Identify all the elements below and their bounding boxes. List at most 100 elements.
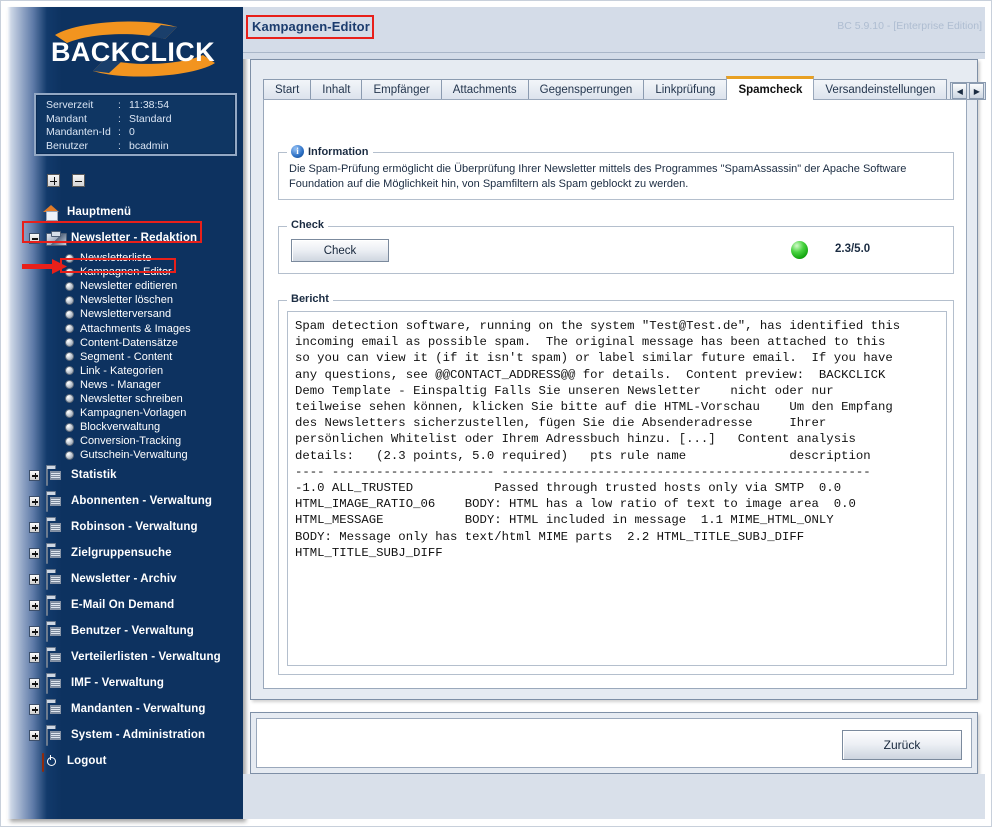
sidebar-item-newsletter-archiv[interactable]: Newsletter - Archiv (7, 566, 243, 592)
sidebar-item-verteilerlisten-verwaltung[interactable]: Verteilerlisten - Verwaltung (7, 644, 243, 670)
sidebar-subitem-label: Newsletter schreiben (80, 392, 183, 405)
sidebar-subitem-newsletter-editieren[interactable]: Newsletter editieren (7, 279, 243, 293)
tab-inhalt[interactable]: Inhalt (310, 79, 363, 100)
sidebar-subitem-label: Segment - Content (80, 350, 173, 363)
tab-empf-nger[interactable]: Empfänger (361, 79, 442, 100)
sidebar-subitem-conversion-tracking[interactable]: Conversion-Tracking (7, 434, 243, 448)
folder-icon (46, 674, 64, 694)
report-textarea[interactable] (287, 311, 947, 666)
check-legend: Check (287, 219, 329, 231)
sidebar-item-newsletter-redaktion[interactable]: Newsletter - Redaktion (7, 225, 243, 251)
sidebar-item-mandanten-verwaltung[interactable]: Mandanten - Verwaltung (7, 696, 243, 722)
sidebar-item-abonnenten-verwaltung[interactable]: Abonnenten - Verwaltung (7, 488, 243, 514)
green-status-light-icon (791, 241, 808, 259)
expand-icon[interactable] (29, 729, 40, 741)
sidebar-subitem-newsletterliste[interactable]: Newsletterliste (7, 251, 243, 265)
expand-icon[interactable] (29, 651, 40, 663)
sidebar-subitem-label: Gutschein-Verwaltung (80, 449, 188, 462)
expand-icon[interactable] (29, 547, 40, 559)
sidebar-subitem-link-kategorien[interactable]: Link - Kategorien (7, 364, 243, 378)
plus-box-icon[interactable] (47, 174, 60, 187)
sidebar-subitem-kampagnen-editor[interactable]: Kampagnen-Editor (7, 265, 243, 279)
tab-scroll-controls: ◀ ▶ (950, 82, 987, 100)
sidebar-subitem-label: Kampagnen-Vorlagen (80, 407, 187, 420)
sidebar-subitem-label: Link - Kategorien (80, 364, 164, 377)
sidebar-subitem-newsletterversand[interactable]: Newsletterversand (7, 307, 243, 321)
expand-icon[interactable] (29, 599, 40, 611)
expand-icon[interactable] (29, 625, 40, 637)
spam-score-value: 2.3/5.0 (835, 243, 871, 255)
info-circle-icon: i (291, 145, 304, 158)
sidebar-subitem-content-datens-tze[interactable]: Content-Datensätze (7, 336, 243, 350)
tab-gegensperrungen[interactable]: Gegensperrungen (527, 79, 645, 100)
svg-text:BACKCLICK: BACKCLICK (51, 37, 215, 67)
info-value: Standard (129, 112, 172, 125)
expand-icon[interactable] (29, 521, 40, 533)
sidebar-subitem-blockverwaltung[interactable]: Blockverwaltung (7, 420, 243, 434)
expand-icon[interactable] (29, 469, 40, 481)
tab-scroll-right-icon[interactable]: ▶ (969, 83, 985, 99)
tab-scroll-left-icon[interactable]: ◀ (952, 83, 968, 99)
tab-start[interactable]: Start (263, 79, 312, 100)
expand-icon[interactable] (29, 495, 40, 507)
sidebar-subitem-label: Newsletterversand (80, 308, 172, 321)
sidebar-item-logout[interactable]: Logout (7, 748, 243, 774)
sidebar-item-label: Verteilerlisten - Verwaltung (71, 651, 221, 664)
sidebar-subitem-kampagnen-vorlagen[interactable]: Kampagnen-Vorlagen (7, 406, 243, 420)
folder-icon-glyph (46, 674, 48, 694)
check-legend-text: Check (291, 219, 325, 231)
info-colon: : (118, 139, 121, 152)
sidebar-item-statistik[interactable]: Statistik (7, 462, 243, 488)
expand-icon[interactable] (29, 703, 40, 715)
folder-icon (46, 596, 64, 616)
folder-icon-glyph (46, 570, 48, 590)
expand-icon[interactable] (29, 573, 40, 585)
sidebar-item-label: Zielgruppensuche (71, 547, 172, 560)
bullet-icon (65, 380, 74, 390)
sidebar-subitem-newsletter-schreiben[interactable]: Newsletter schreiben (7, 392, 243, 406)
server-info-box: Serverzeit : 11:38:54 Mandant : Standard… (34, 93, 237, 156)
tab-linkpr-fung[interactable]: Linkprüfung (643, 79, 728, 100)
sidebar-subitem-segment-content[interactable]: Segment - Content (7, 350, 243, 364)
check-button[interactable]: Check (291, 239, 389, 262)
footer-inner: Zurück (256, 718, 972, 768)
sidebar-item-e-mail-on-demand[interactable]: E-Mail On Demand (7, 592, 243, 618)
sidebar-subitem-label: Newsletter editieren (80, 280, 178, 293)
sidebar-subitem-attachments-images[interactable]: Attachments & Images (7, 321, 243, 335)
sidebar-item-label: Benutzer - Verwaltung (71, 625, 194, 638)
sidebar-item-imf-verwaltung[interactable]: IMF - Verwaltung (7, 670, 243, 696)
sidebar-item-label: Newsletter - Redaktion (71, 232, 198, 244)
collapse-icon[interactable] (29, 232, 40, 244)
bullet-icon (65, 281, 74, 291)
sidebar-subitem-gutschein-verwaltung[interactable]: Gutschein-Verwaltung (7, 448, 243, 462)
folder-icon-glyph (46, 700, 48, 720)
tab-content-panel: i Information Die Spam-Prüfung ermöglich… (263, 99, 967, 689)
folder-icon-glyph (46, 544, 48, 564)
info-row: Mandant : Standard (36, 113, 235, 127)
bullet-icon (65, 408, 74, 418)
expand-icon[interactable] (29, 677, 40, 689)
top-bar-divider (243, 52, 985, 53)
sidebar-item-robinson-verwaltung[interactable]: Robinson - Verwaltung (7, 514, 243, 540)
bullet-icon (65, 309, 74, 319)
sidebar-item-system-administration[interactable]: System - Administration (7, 722, 243, 748)
tab-spamcheck[interactable]: Spamcheck (726, 76, 815, 100)
minus-box-icon[interactable] (72, 174, 85, 187)
info-colon: : (118, 99, 121, 111)
tab-attachments[interactable]: Attachments (440, 79, 529, 100)
information-panel: i Information Die Spam-Prüfung ermöglich… (278, 145, 954, 200)
tab-bar: Start Inhalt Empfänger Attachments Gegensper… (263, 76, 987, 100)
sidebar-subitem-news-manager[interactable]: News - Manager (7, 378, 243, 392)
sidebar-item-label: Abonnenten - Verwaltung (71, 495, 212, 508)
bullet-icon (65, 422, 74, 432)
sidebar-item-zielgruppensuche[interactable]: Zielgruppensuche (7, 540, 243, 566)
sidebar-item-hauptmen-[interactable]: Hauptmenü (7, 199, 243, 225)
page-title: Kampagnen-Editor (252, 19, 370, 34)
info-colon: : (118, 126, 121, 138)
tab-versandeinstellungen[interactable]: Versandeinstellungen (813, 79, 948, 100)
sidebar-subitem-newsletter-l-schen[interactable]: Newsletter löschen (7, 293, 243, 307)
sidebar-subitem-label: Newsletterliste (80, 252, 152, 265)
sidebar-subnav: Newsletterliste Kampagnen-Editor Newslette… (7, 251, 243, 462)
sidebar-item-benutzer-verwaltung[interactable]: Benutzer - Verwaltung (7, 618, 243, 644)
back-button[interactable]: Zurück (842, 730, 962, 760)
